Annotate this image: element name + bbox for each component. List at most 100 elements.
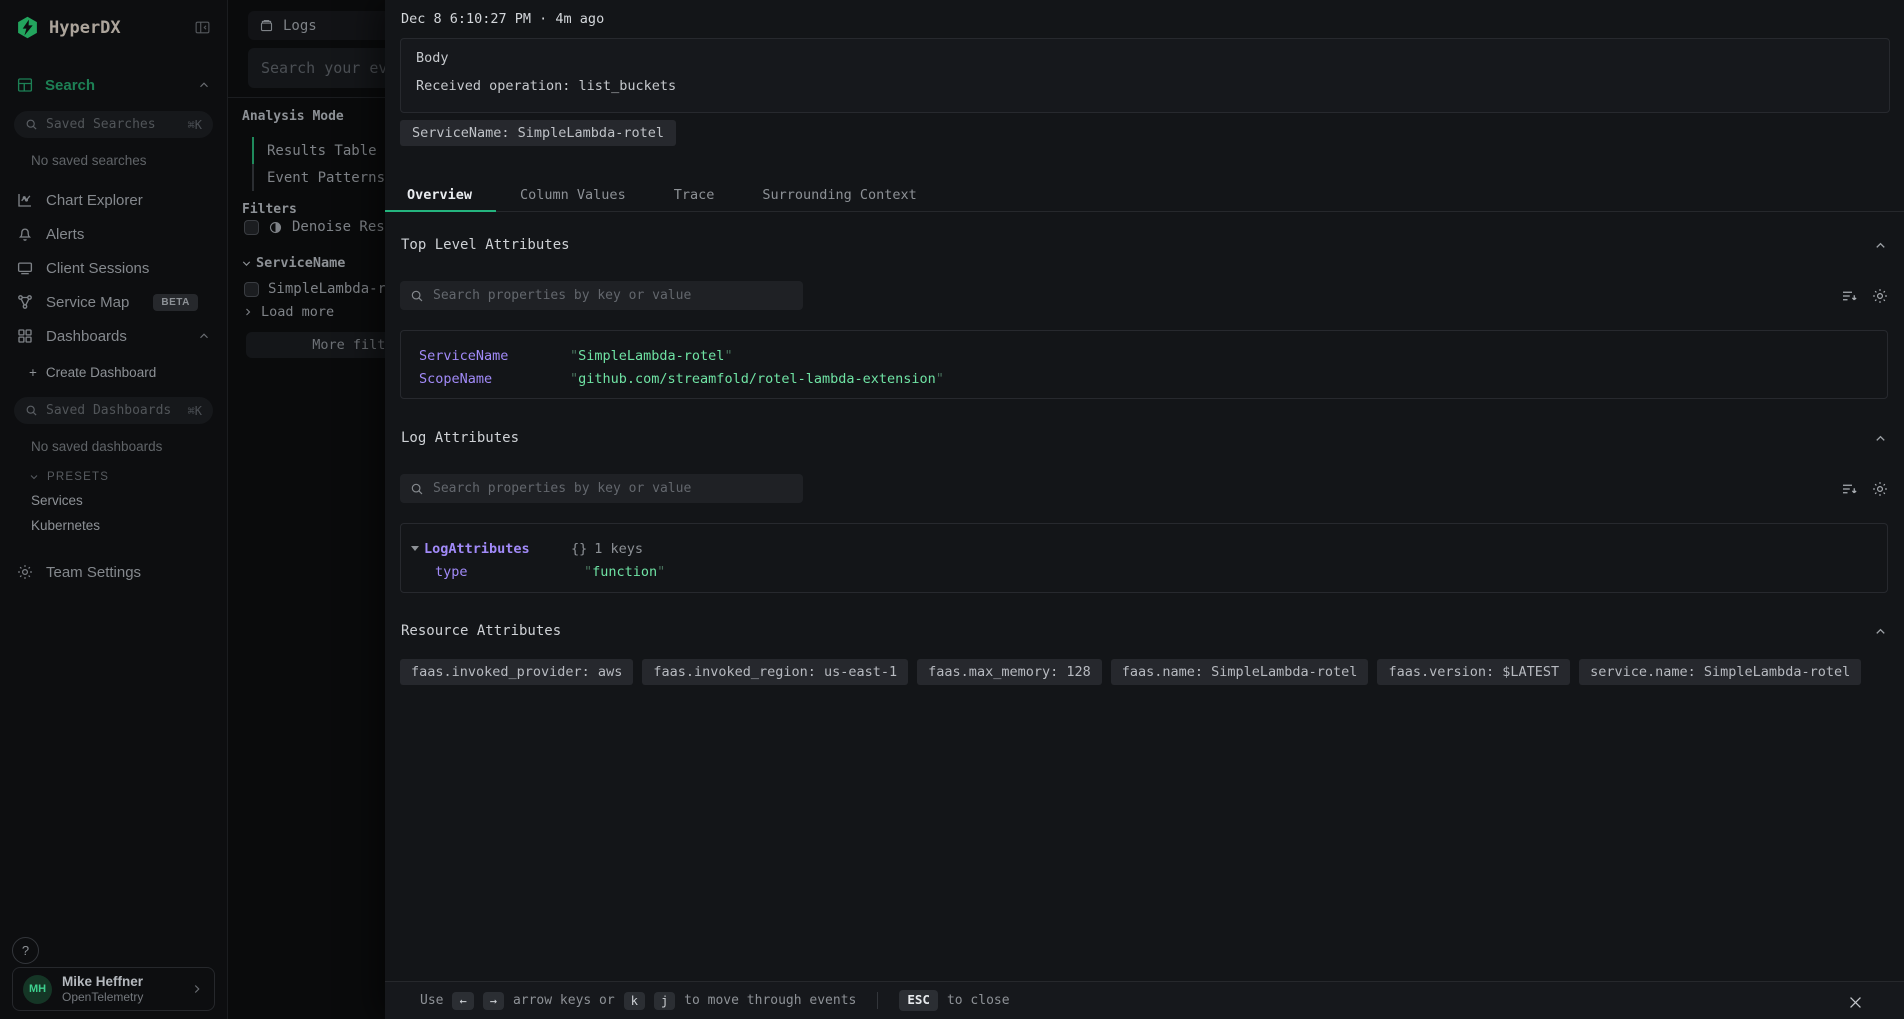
cmd-k-shortcut: ⌘K	[188, 404, 202, 418]
gear-icon	[16, 563, 34, 581]
monitor-icon	[16, 259, 34, 277]
attribute-key[interactable]: ServiceName	[419, 348, 570, 364]
top-level-search-row	[400, 281, 1889, 310]
search-icon	[410, 289, 424, 303]
create-dashboard-label: Create Dashboard	[46, 365, 156, 380]
section-resource-attributes: Resource Attributes	[401, 623, 1888, 639]
resource-chip[interactable]: faas.version: $LATEST	[1377, 659, 1570, 685]
saved-searches-input[interactable]	[46, 117, 180, 132]
tab-trace[interactable]: Trace	[650, 178, 739, 211]
resource-chip[interactable]: faas.max_memory: 128	[917, 659, 1102, 685]
tab-column-values[interactable]: Column Values	[496, 178, 650, 211]
tab-surrounding-context[interactable]: Surrounding Context	[738, 178, 940, 211]
denoise-checkbox[interactable]	[244, 220, 259, 235]
event-timestamp: Dec 8 6:10:27 PM · 4m ago	[401, 11, 604, 27]
mode-results-table[interactable]: Results Table	[252, 137, 385, 164]
chevron-up-icon[interactable]	[1873, 431, 1888, 446]
grid-icon	[16, 327, 34, 345]
resource-chip[interactable]: service.name: SimpleLambda-rotel	[1579, 659, 1861, 685]
mode-event-patterns[interactable]: Event Patterns	[252, 164, 385, 191]
user-card[interactable]: MH Mike Heffner OpenTelemetry	[12, 967, 215, 1011]
resource-chip[interactable]: faas.name: SimpleLambda-rotel	[1111, 659, 1369, 685]
filters-heading: Filters	[242, 202, 297, 217]
sidebar-item-search[interactable]: Search	[0, 76, 227, 94]
servicename-filter-group[interactable]: ServiceName	[240, 255, 345, 271]
chevron-right-icon	[190, 982, 204, 996]
preset-kubernetes[interactable]: Kubernetes	[0, 508, 227, 533]
attribute-key[interactable]: ScopeName	[419, 371, 570, 387]
filter-group-label: ServiceName	[256, 255, 345, 271]
resource-chip[interactable]: faas.invoked_provider: aws	[400, 659, 633, 685]
servicename-checkbox[interactable]	[244, 282, 259, 297]
resource-chip[interactable]: faas.invoked_region: us-east-1	[642, 659, 908, 685]
beta-badge: BETA	[153, 294, 197, 311]
detail-tabs: Overview Column Values Trace Surrounding…	[385, 178, 1904, 212]
chevron-up-icon[interactable]	[197, 78, 211, 92]
saved-dashboards-input[interactable]	[46, 403, 180, 418]
tree-root-key[interactable]: LogAttributes	[424, 541, 571, 557]
preset-services[interactable]: Services	[0, 483, 227, 508]
sidebar-nav: Chart Explorer Alerts Client Sessions Se…	[0, 183, 227, 353]
attribute-key[interactable]: type	[435, 564, 584, 580]
presets-label: PRESETS	[47, 471, 109, 483]
attribute-value[interactable]: github.com/streamfold/rotel-lambda-exten…	[570, 371, 944, 387]
attribute-row: ServiceName SimpleLambda-rotel	[401, 344, 1887, 367]
sidebar-item-service-map[interactable]: Service Map BETA	[0, 285, 227, 319]
contrast-icon	[268, 220, 283, 235]
chevron-down-icon	[240, 257, 253, 270]
sidebar-item-label: Team Settings	[46, 564, 141, 581]
chevron-up-icon[interactable]	[1873, 238, 1888, 253]
event-detail-panel: Dec 8 6:10:27 PM · 4m ago Body Received …	[385, 0, 1904, 1019]
sidebar-item-chart-explorer[interactable]: Chart Explorer	[0, 183, 227, 217]
section-title: Top Level Attributes	[401, 237, 570, 253]
avatar: MH	[23, 975, 52, 1004]
attribute-value[interactable]: function	[584, 564, 665, 580]
braces-icon: {}	[571, 541, 587, 557]
triangle-down-icon[interactable]	[411, 546, 419, 551]
sidebar-item-label: Service Map	[46, 294, 129, 311]
filter-lines-icon[interactable]	[1840, 480, 1858, 498]
sidebar-item-dashboards[interactable]: Dashboards	[0, 319, 227, 353]
chevron-up-icon[interactable]	[1873, 624, 1888, 639]
attribute-row: ScopeName github.com/streamfold/rotel-la…	[401, 367, 1887, 390]
cmd-k-shortcut: ⌘K	[188, 118, 202, 132]
analysis-mode-heading: Analysis Mode	[242, 109, 344, 124]
service-name-tag[interactable]: ServiceName: SimpleLambda-rotel	[400, 120, 676, 146]
create-dashboard-button[interactable]: + Create Dashboard	[0, 353, 227, 380]
tab-overview[interactable]: Overview	[385, 178, 496, 211]
analysis-mode-list: Results Table Event Patterns	[252, 137, 385, 191]
property-search-input[interactable]	[433, 288, 793, 303]
help-button[interactable]: ?	[12, 937, 39, 964]
chevron-up-icon[interactable]	[197, 329, 211, 343]
arrow-left-key: ←	[452, 992, 473, 1010]
sidebar-item-alerts[interactable]: Alerts	[0, 217, 227, 251]
esc-key: ESC	[899, 990, 938, 1011]
footer-text: Use	[420, 993, 443, 1008]
body-label: Body	[416, 50, 1874, 66]
resource-attribute-chips: faas.invoked_provider: aws faas.invoked_…	[400, 659, 1861, 685]
gear-icon[interactable]	[1871, 287, 1889, 305]
k-key: k	[624, 992, 645, 1010]
load-more-label: Load more	[261, 304, 334, 320]
property-search-box[interactable]	[400, 474, 803, 503]
saved-dashboards-search[interactable]: ⌘K	[14, 397, 213, 424]
gear-icon[interactable]	[1871, 480, 1889, 498]
bell-icon	[16, 225, 34, 243]
attribute-value[interactable]: SimpleLambda-rotel	[570, 348, 733, 364]
sidebar-item-client-sessions[interactable]: Client Sessions	[0, 251, 227, 285]
filter-lines-icon[interactable]	[1840, 287, 1858, 305]
presets-toggle[interactable]: PRESETS	[0, 454, 227, 483]
plus-icon: +	[29, 365, 37, 380]
close-icon[interactable]	[1847, 994, 1864, 1011]
footer-text: to close	[947, 993, 1010, 1008]
property-search-input[interactable]	[433, 481, 793, 496]
tree-root-row: LogAttributes {} 1 keys	[401, 537, 1887, 560]
property-search-box[interactable]	[400, 281, 803, 310]
sidebar-item-team-settings[interactable]: Team Settings	[0, 555, 227, 589]
sidebar-collapse-icon[interactable]	[194, 19, 211, 36]
saved-searches-search[interactable]: ⌘K	[14, 111, 213, 138]
load-more-button[interactable]: Load more	[242, 304, 334, 320]
chevron-right-icon	[242, 306, 254, 318]
j-key: j	[654, 992, 675, 1010]
keys-count: 1 keys	[594, 541, 643, 557]
